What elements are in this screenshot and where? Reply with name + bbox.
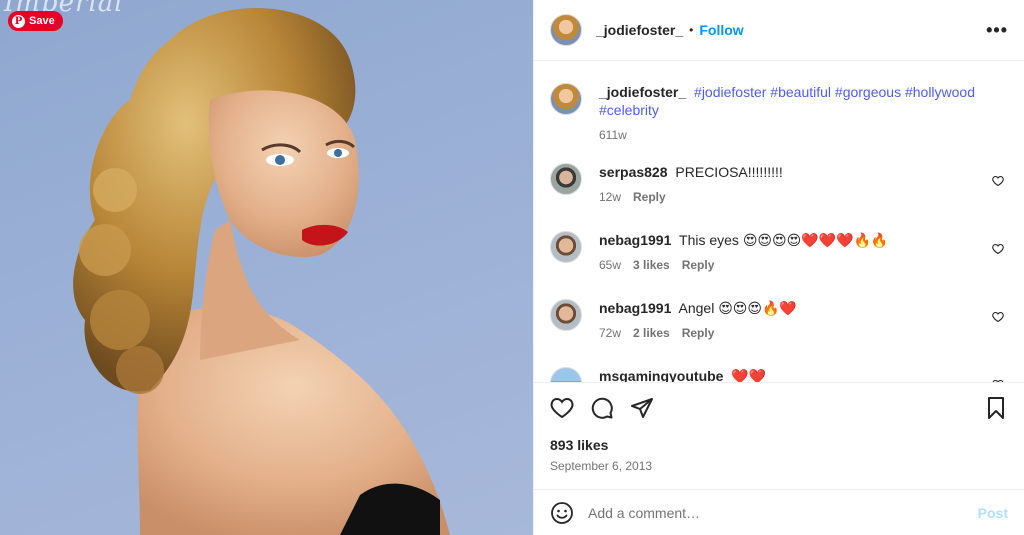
comment-item: nebag1991 Angel 😍😍😍🔥❤️ 72w 2 likes Reply [550,299,1008,340]
post-comment-button[interactable]: Post [978,505,1008,521]
post-photo[interactable]: Imperial P Save [0,0,533,535]
comments-list[interactable]: _jodiefoster_ #jodiefoster #beautiful #g… [534,61,1024,382]
comment-item: msgamingyoutube ❤️❤️ [550,367,1008,382]
comment-likes[interactable]: 3 likes [633,258,670,272]
add-comment-bar: Post [534,489,1024,535]
comment-icon[interactable] [590,396,614,420]
commenter-username[interactable]: msgamingyoutube [599,368,723,382]
likes-count[interactable]: 893 likes [550,437,1008,453]
caption-username[interactable]: _jodiefoster_ [599,84,686,100]
comment-text: PRECIOSA!!!!!!!!! [675,164,783,180]
commenter-avatar[interactable] [550,231,582,263]
emoji-icon[interactable] [550,501,574,525]
comment-time: 12w [599,190,622,204]
pinterest-icon: P [12,14,25,28]
author-avatar[interactable] [550,14,582,46]
post-header: _jodiefoster_ • Follow ••• [534,0,1024,61]
comment-input[interactable] [588,504,978,521]
reply-button[interactable]: Reply [682,258,715,272]
like-comment-heart-icon[interactable] [992,175,1004,187]
post-actions: 893 likes September 6, 2013 [534,382,1024,473]
separator-dot: • [689,23,694,37]
post-side-panel: _jodiefoster_ • Follow ••• _jodiefoster_… [533,0,1024,535]
comment-text: Angel 😍😍😍🔥❤️ [678,300,797,316]
commenter-username[interactable]: serpas828 [599,164,668,180]
pinterest-save-button[interactable]: P Save [8,11,63,31]
portrait-illustration [73,7,450,535]
post-modal: Imperial P Save _jodiefoster_ • Follow •… [0,0,1024,535]
like-comment-heart-icon[interactable] [992,243,1004,255]
comment-text: This eyes 😍😍😍😍❤️❤️❤️🔥🔥 [679,232,889,248]
reply-button[interactable]: Reply [633,190,666,204]
commenter-username[interactable]: nebag1991 [599,232,671,248]
caption: _jodiefoster_ #jodiefoster #beautiful #g… [550,83,1008,142]
author-username[interactable]: _jodiefoster_ [596,22,683,38]
comment-item: serpas828 PRECIOSA!!!!!!!!! 12w Reply [550,163,1008,204]
commenter-avatar[interactable] [550,367,582,382]
commenter-username[interactable]: nebag1991 [599,300,671,316]
caption-avatar[interactable] [550,83,582,115]
like-comment-heart-icon[interactable] [992,311,1004,323]
save-label: Save [29,15,55,27]
commenter-avatar[interactable] [550,163,582,195]
follow-button[interactable]: Follow [699,22,743,38]
post-date: September 6, 2013 [550,459,653,473]
comment-time: 65w [599,258,622,272]
share-icon[interactable] [630,396,654,420]
comment-likes[interactable]: 2 likes [633,326,670,340]
more-options-icon[interactable]: ••• [986,20,1008,41]
comment-item: nebag1991 This eyes 😍😍😍😍❤️❤️❤️🔥🔥 65w 3 l… [550,231,1008,272]
comment-text: ❤️❤️ [731,368,767,382]
caption-time: 611w [599,128,627,142]
heart-icon[interactable] [550,396,574,420]
comment-time: 72w [599,326,622,340]
bookmark-icon[interactable] [984,396,1008,420]
commenter-avatar[interactable] [550,299,582,331]
reply-button[interactable]: Reply [682,326,715,340]
